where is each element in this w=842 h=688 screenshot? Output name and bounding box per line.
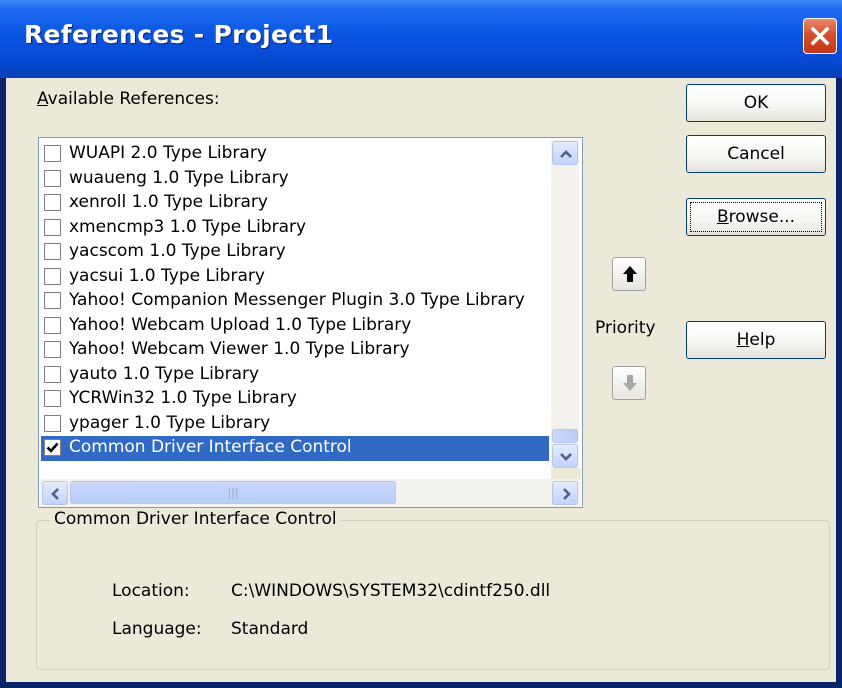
- priority-down-button[interactable]: [612, 366, 646, 400]
- reference-list-item[interactable]: xenroll 1.0 Type Library: [41, 191, 549, 216]
- reference-label: xmencmp3 1.0 Type Library: [69, 216, 307, 237]
- priority-up-button[interactable]: [612, 257, 646, 291]
- reference-label: yacscom 1.0 Type Library: [69, 241, 286, 261]
- reference-list-item[interactable]: Yahoo! Webcam Viewer 1.0 Type Library: [41, 338, 549, 363]
- help-button[interactable]: Help: [686, 321, 826, 359]
- reference-checkbox[interactable]: [44, 267, 61, 285]
- reference-label: Yahoo! Webcam Viewer 1.0 Type Library: [69, 339, 410, 359]
- reference-checkbox[interactable]: [44, 145, 61, 162]
- chevron-down-icon: [560, 453, 572, 461]
- references-items: WUAPI 2.0 Type Library wuaueng 1.0 Type L…: [41, 142, 549, 461]
- reference-list-item[interactable]: Common Driver Interface Control: [41, 436, 549, 461]
- reference-list-item[interactable]: WUAPI 2.0 Type Library: [41, 142, 549, 167]
- language-label: Language:: [112, 619, 202, 639]
- location-value: C:\WINDOWS\SYSTEM32\cdintf250.dll: [231, 581, 551, 601]
- reference-label: yacsui 1.0 Type Library: [69, 265, 265, 286]
- reference-checkbox[interactable]: [44, 194, 61, 211]
- reference-label: YCRWin32 1.0 Type Library: [69, 388, 297, 408]
- arrow-up-icon: [623, 266, 637, 282]
- dialog-body: Available References: WUAPI 2.0 Type Lib…: [6, 78, 836, 682]
- reference-label: yauto 1.0 Type Library: [69, 363, 260, 384]
- reference-checkbox[interactable]: [44, 439, 61, 456]
- reference-label: Yahoo! Webcam Upload 1.0 Type Library: [69, 314, 412, 335]
- reference-list-item[interactable]: yacscom 1.0 Type Library: [41, 240, 549, 265]
- reference-list-item[interactable]: Yahoo! Webcam Upload 1.0 Type Library: [41, 314, 549, 339]
- browse-button[interactable]: Browse...: [686, 198, 826, 236]
- chevron-right-icon: [563, 488, 571, 500]
- priority-label: Priority: [595, 318, 656, 338]
- vertical-scrollbar[interactable]: [551, 139, 579, 468]
- reference-checkbox[interactable]: [44, 365, 61, 383]
- reference-label: Yahoo! Companion Messenger Plugin 3.0 Ty…: [69, 290, 525, 310]
- reference-list-item[interactable]: Yahoo! Companion Messenger Plugin 3.0 Ty…: [41, 289, 549, 314]
- scroll-up-button[interactable]: [552, 141, 578, 165]
- horizontal-scrollbar[interactable]: |||: [40, 479, 581, 507]
- references-dialog: References - Project1 Available Referenc…: [0, 0, 842, 688]
- reference-list-item[interactable]: wuaueng 1.0 Type Library: [41, 167, 549, 192]
- available-references-label: Available References:: [37, 89, 220, 109]
- chevron-up-icon: [560, 150, 572, 158]
- reference-label: xenroll 1.0 Type Library: [69, 192, 268, 212]
- reference-list-item[interactable]: yauto 1.0 Type Library: [41, 363, 549, 388]
- reference-checkbox[interactable]: [44, 243, 61, 260]
- scroll-down-button[interactable]: [552, 444, 578, 468]
- reference-label: Common Driver Interface Control: [69, 437, 352, 457]
- horizontal-scroll-thumb[interactable]: |||: [70, 481, 396, 504]
- reference-list-item[interactable]: ypager 1.0 Type Library: [41, 412, 549, 437]
- reference-label: wuaueng 1.0 Type Library: [69, 167, 289, 188]
- reference-checkbox[interactable]: [44, 316, 61, 334]
- reference-checkbox[interactable]: [44, 292, 61, 309]
- reference-checkbox[interactable]: [44, 169, 61, 187]
- reference-list-item[interactable]: YCRWin32 1.0 Type Library: [41, 387, 549, 412]
- reference-checkbox[interactable]: [44, 390, 61, 407]
- close-button[interactable]: [803, 18, 837, 54]
- scrollbar-corner: [551, 468, 581, 479]
- focus-indicator: [690, 202, 822, 232]
- scroll-left-button[interactable]: [42, 481, 68, 505]
- chevron-left-icon: [51, 488, 59, 500]
- reference-label: ypager 1.0 Type Library: [69, 412, 271, 433]
- close-icon: [810, 26, 830, 46]
- vertical-scroll-thumb[interactable]: [552, 429, 578, 443]
- references-list[interactable]: WUAPI 2.0 Type Library wuaueng 1.0 Type L…: [38, 137, 583, 508]
- details-group-title: Common Driver Interface Control: [50, 509, 341, 529]
- reference-checkbox[interactable]: [44, 341, 61, 358]
- reference-label: WUAPI 2.0 Type Library: [69, 143, 267, 163]
- ok-button[interactable]: OK: [686, 84, 826, 122]
- language-value: Standard: [231, 619, 309, 639]
- window-title: References - Project1: [24, 20, 334, 49]
- location-label: Location:: [112, 581, 190, 601]
- cancel-button[interactable]: Cancel: [686, 135, 826, 173]
- reference-checkbox[interactable]: [44, 414, 61, 432]
- reference-list-item[interactable]: yacsui 1.0 Type Library: [41, 265, 549, 290]
- scroll-right-button[interactable]: [552, 481, 578, 505]
- checkmark-icon: [46, 442, 59, 453]
- arrow-down-icon: [623, 375, 637, 391]
- reference-checkbox[interactable]: [44, 218, 61, 236]
- title-bar[interactable]: References - Project1: [0, 0, 842, 78]
- reference-list-item[interactable]: xmencmp3 1.0 Type Library: [41, 216, 549, 241]
